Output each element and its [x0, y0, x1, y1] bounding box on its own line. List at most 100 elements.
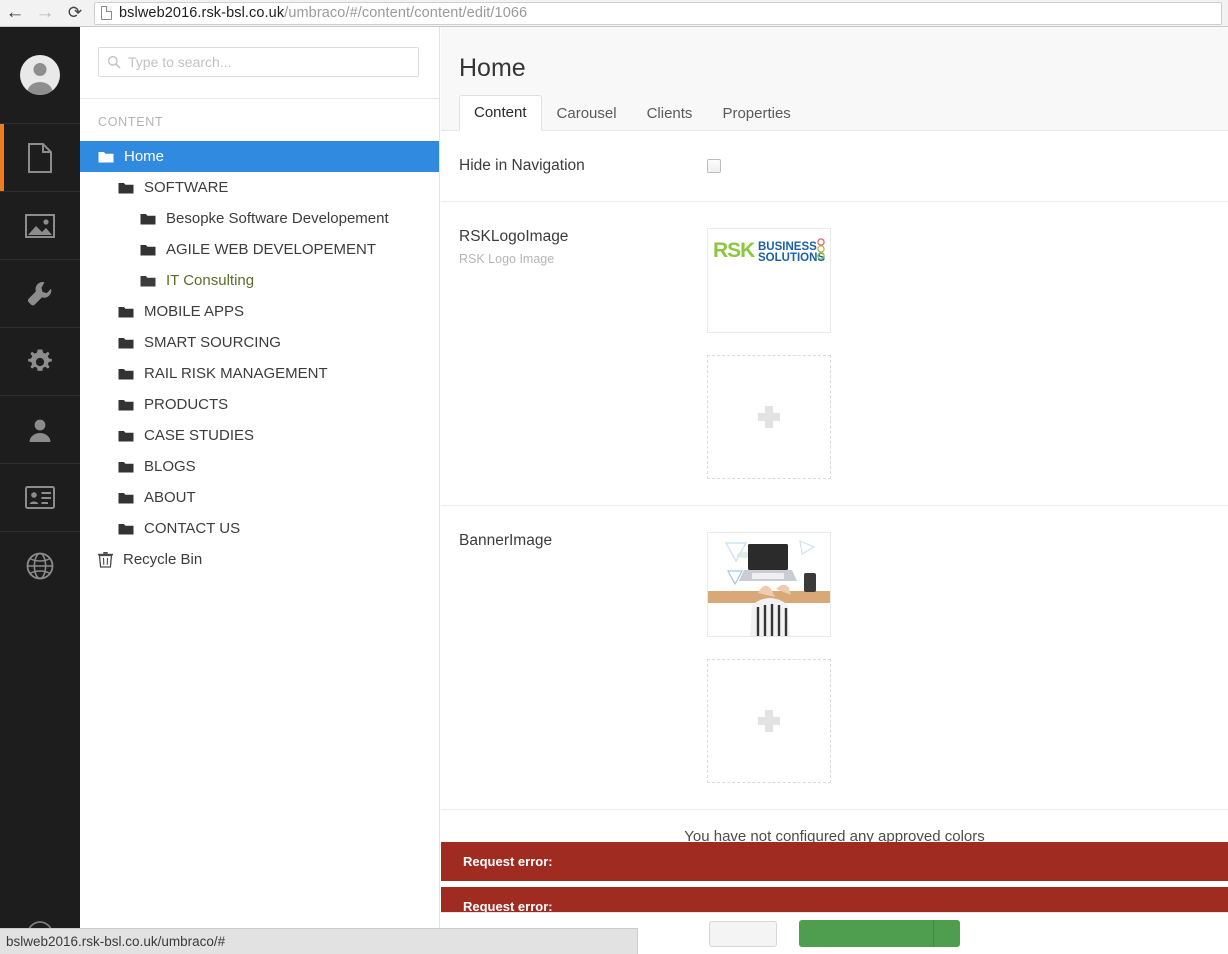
property-name: RSKLogoImage	[459, 228, 707, 246]
rail-item-settings[interactable]	[0, 259, 80, 327]
tree-node-blogs[interactable]: BLOGS	[80, 451, 439, 482]
tab-carousel[interactable]: Carousel	[542, 96, 632, 131]
search-input[interactable]: Type to search...	[98, 47, 419, 77]
tree-node-label: MOBILE APPS	[144, 303, 244, 320]
search-placeholder: Type to search...	[128, 54, 232, 70]
reload-icon[interactable]: ⟳	[60, 0, 90, 26]
property-row-banner-image: BannerImage	[441, 506, 1228, 810]
property-label-col: BannerImage	[459, 532, 707, 783]
left-icon-rail: ?	[0, 27, 80, 954]
status-bar-text: bslweb2016.rsk-bsl.co.uk/umbraco/#	[6, 934, 225, 949]
tree-node-label: SOFTWARE	[144, 179, 228, 196]
rail-item-developer[interactable]	[0, 327, 80, 395]
tree-node-label: Besopke Software Developement	[166, 210, 389, 227]
property-description: RSK Logo Image	[459, 252, 707, 266]
browser-toolbar: ← → ⟳ bslweb2016.rsk-bsl.co.uk/umbraco/#…	[0, 0, 1228, 27]
tree-node-besopke-software-developement[interactable]: Besopke Software Developement	[80, 203, 439, 234]
add-media-placeholder[interactable]	[707, 355, 831, 479]
rail-item-media[interactable]	[0, 191, 80, 259]
tree-node-contact-us[interactable]: CONTACT US	[80, 513, 439, 544]
save-button-group	[799, 920, 960, 947]
tree-node-software[interactable]: SOFTWARE	[80, 172, 439, 203]
tree-node-recycle-bin[interactable]: Recycle Bin	[80, 544, 439, 575]
tab-clients[interactable]: Clients	[632, 96, 708, 131]
avatar-circle-icon	[20, 55, 60, 95]
trash-icon	[98, 552, 113, 568]
banner-image-thumbnail[interactable]	[707, 532, 831, 637]
folder-icon	[118, 181, 134, 194]
rsk-logo-image-thumbnail[interactable]: RSK BUSINESS SOLUTIONS	[707, 228, 831, 333]
url-path: /umbraco/#/content/content/edit/1066	[284, 5, 527, 21]
page-icon	[101, 6, 112, 20]
content-tree-panel: Type to search... CONTENT Home SOFTWARE Be…	[80, 27, 440, 954]
wrench-icon	[26, 280, 54, 308]
main-content-panel: Home ContentCarouselClientsProperties Hi…	[441, 27, 1228, 954]
tree-node-case-studies[interactable]: CASE STUDIES	[80, 420, 439, 451]
address-bar[interactable]: bslweb2016.rsk-bsl.co.uk/umbraco/#/conte…	[94, 2, 1222, 25]
chevron-down-icon[interactable]	[934, 920, 960, 947]
tree-node-about[interactable]: ABOUT	[80, 482, 439, 513]
tree-node-label: PRODUCTS	[144, 396, 228, 413]
property-control: RSK BUSINESS SOLUTIONS	[707, 228, 1210, 479]
folder-icon	[118, 398, 134, 411]
property-row-rsk-logo-image: RSKLogoImage RSK Logo Image RSK BUSINESS…	[441, 202, 1228, 506]
tree-node-home[interactable]: Home	[80, 141, 439, 172]
tree-node-label: SMART SOURCING	[144, 334, 281, 351]
property-name: Hide in Navigation	[459, 157, 707, 175]
property-list: Hide in Navigation RSKLogoImage RSK Logo…	[441, 131, 1228, 851]
tree-node-smart-sourcing[interactable]: SMART SOURCING	[80, 327, 439, 358]
svg-text:SOLUTIONS: SOLUTIONS	[758, 252, 825, 264]
folder-icon	[118, 305, 134, 318]
hide-in-navigation-checkbox[interactable]	[707, 159, 721, 173]
cancel-button[interactable]	[709, 921, 777, 947]
folder-icon	[118, 367, 134, 380]
property-control	[707, 157, 1210, 175]
tab-content[interactable]: Content	[459, 95, 542, 131]
rail-item-users[interactable]	[0, 395, 80, 463]
property-label-col: Hide in Navigation	[459, 157, 707, 175]
user-avatar[interactable]	[0, 27, 80, 123]
rail-item-content[interactable]	[0, 123, 80, 191]
tree-node-mobile-apps[interactable]: MOBILE APPS	[80, 296, 439, 327]
banner-laptop-image	[708, 533, 830, 636]
folder-icon	[98, 150, 114, 163]
tree-node-label: BLOGS	[144, 458, 196, 475]
back-arrow-icon[interactable]: ←	[0, 0, 30, 26]
tree-node-label: Home	[124, 148, 164, 165]
tree-node-label: IT Consulting	[166, 272, 254, 289]
tree-node-label: RAIL RISK MANAGEMENT	[144, 365, 328, 382]
rail-item-translation[interactable]	[0, 531, 80, 599]
tab-properties[interactable]: Properties	[707, 96, 805, 131]
add-media-placeholder[interactable]	[707, 659, 831, 783]
document-icon	[27, 143, 53, 173]
search-icon	[107, 55, 121, 69]
plus-icon	[758, 406, 780, 428]
rsk-logo-image: RSK BUSINESS SOLUTIONS	[713, 235, 827, 269]
tree-node-products[interactable]: PRODUCTS	[80, 389, 439, 420]
folder-icon	[118, 460, 134, 473]
url-text: bslweb2016.rsk-bsl.co.uk/umbraco/#/conte…	[119, 5, 527, 21]
tree-node-label: AGILE WEB DEVELOPEMENT	[166, 241, 376, 258]
search-section: Type to search...	[80, 27, 439, 77]
tree-node-agile-web-developement[interactable]: AGILE WEB DEVELOPEMENT	[80, 234, 439, 265]
gear-icon	[26, 348, 54, 376]
save-button[interactable]	[799, 920, 934, 947]
content-header: Home ContentCarouselClientsProperties	[441, 27, 1228, 131]
image-icon	[25, 214, 55, 238]
tree-heading: CONTENT	[80, 99, 439, 141]
forward-arrow-icon[interactable]: →	[30, 0, 60, 26]
member-card-icon	[25, 486, 55, 509]
folder-icon	[140, 212, 156, 225]
rail-item-members[interactable]	[0, 463, 80, 531]
tree-node-label: Recycle Bin	[123, 551, 202, 568]
folder-icon	[118, 429, 134, 442]
folder-icon	[140, 274, 156, 287]
umbraco-app: ? Type to search... CONTENT Home SOFTWARE…	[0, 27, 1228, 954]
tree-node-rail-risk-management[interactable]: RAIL RISK MANAGEMENT	[80, 358, 439, 389]
tree-node-it-consulting[interactable]: IT Consulting	[80, 265, 439, 296]
plus-icon	[758, 710, 780, 732]
property-label-col: RSKLogoImage RSK Logo Image	[459, 228, 707, 479]
request-error-banner: Request error:	[441, 842, 1228, 881]
globe-icon	[26, 552, 54, 580]
user-icon	[27, 417, 53, 443]
